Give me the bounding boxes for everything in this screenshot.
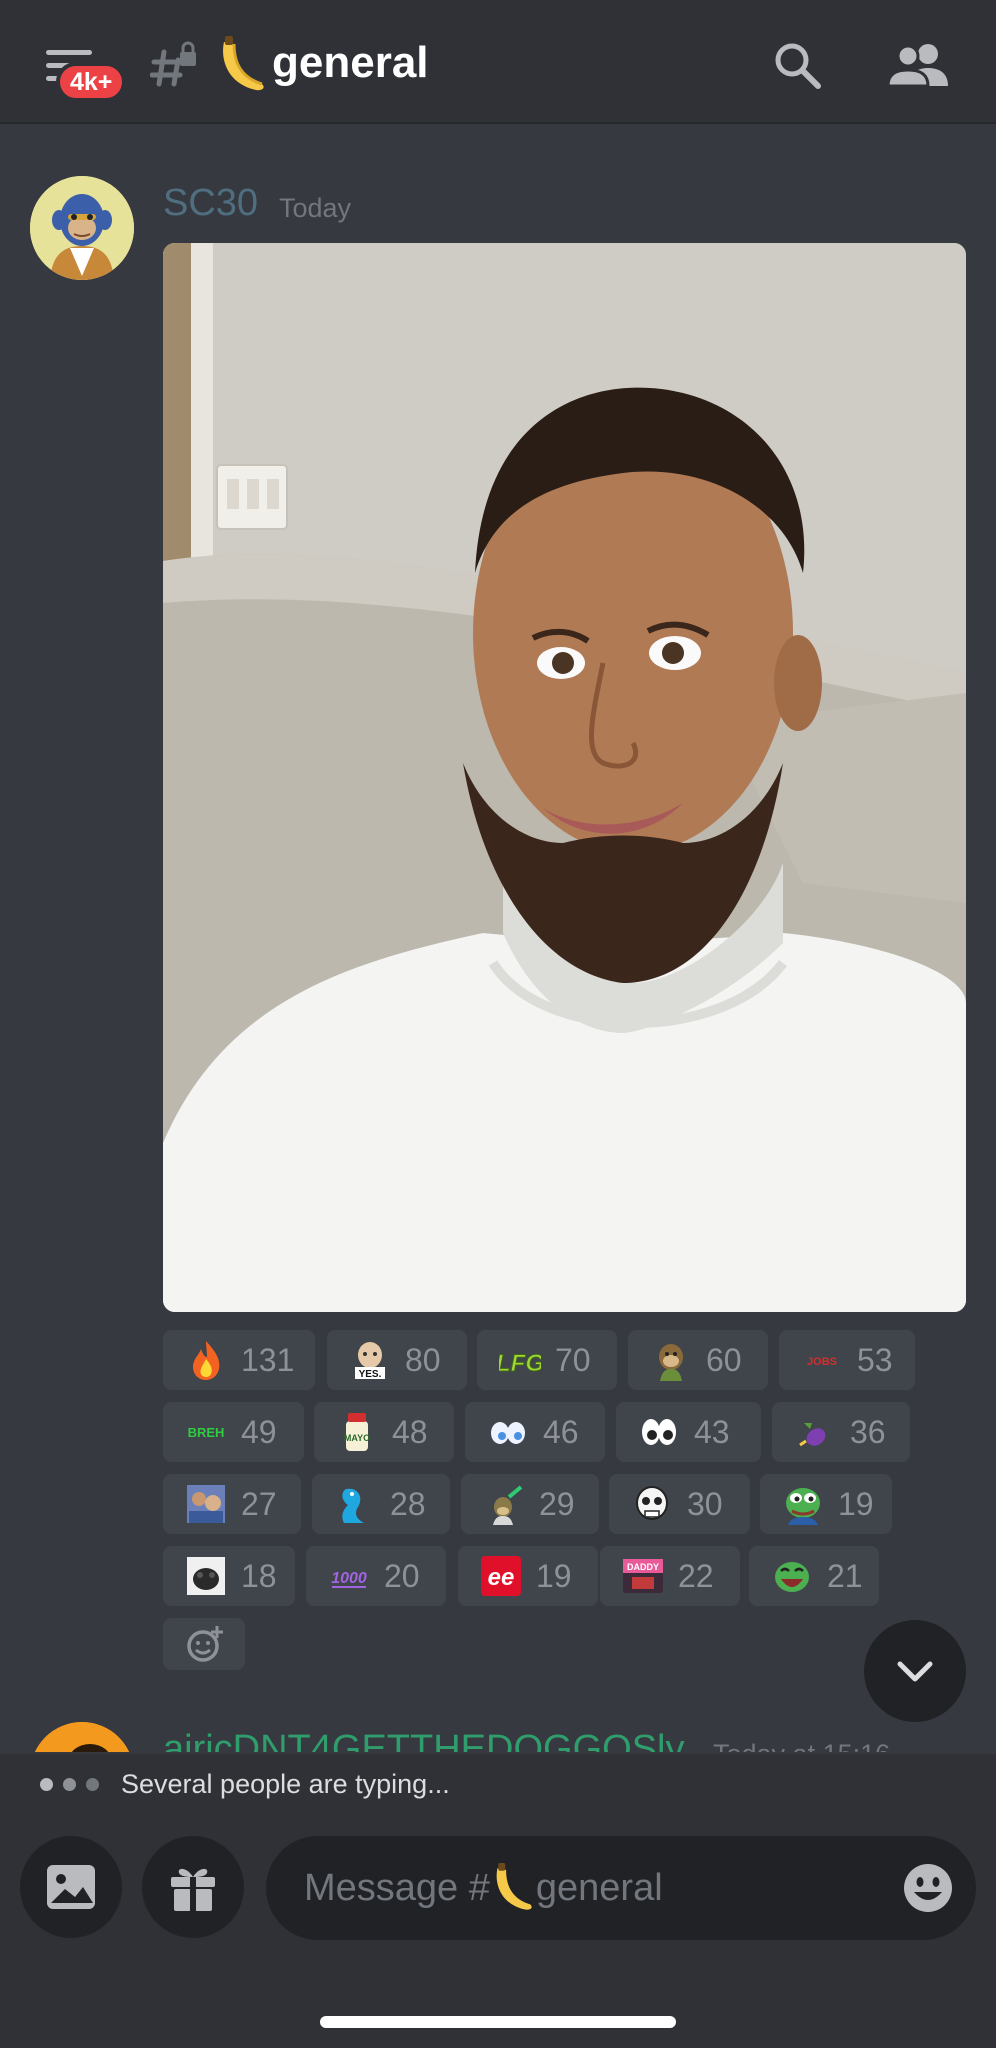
reaction-ee[interactable]: ee 19 — [458, 1546, 598, 1606]
pug-emoji — [185, 1555, 227, 1597]
svg-text:DADDY: DADDY — [627, 1562, 659, 1572]
eyes-emoji — [638, 1411, 680, 1453]
reaction-skull-ape[interactable]: 30 — [609, 1474, 750, 1534]
reaction-daddy[interactable]: DADDY 22 — [600, 1546, 740, 1606]
ape-emoji — [650, 1339, 692, 1381]
message-author[interactable]: SC30 — [163, 182, 258, 225]
gift-icon — [171, 1868, 215, 1911]
reaction-count: 131 — [241, 1341, 295, 1378]
1000-emoji: 1000 — [328, 1555, 370, 1597]
unread-badge: 4k+ — [56, 62, 127, 102]
reaction-count: 80 — [405, 1341, 441, 1378]
reaction-count: 70 — [555, 1341, 591, 1378]
pepe-laugh-emoji — [771, 1555, 813, 1597]
reaction-count: 43 — [694, 1413, 730, 1450]
reaction-count: 20 — [384, 1557, 420, 1594]
banana-emoji — [223, 36, 264, 91]
scroll-to-bottom-button[interactable] — [864, 1620, 966, 1722]
banana-emoji — [496, 1863, 532, 1910]
reaction-count: 28 — [390, 1485, 426, 1522]
reaction-photo[interactable]: 27 — [163, 1474, 301, 1534]
reaction-pepe-laugh[interactable]: 21 — [749, 1546, 879, 1606]
reaction-count: 21 — [827, 1557, 863, 1594]
reaction-fire[interactable]: 131 — [163, 1330, 315, 1390]
emoji-picker-icon[interactable] — [902, 1862, 954, 1914]
attach-image-button[interactable] — [20, 1836, 122, 1938]
chevron-down-icon — [897, 1661, 933, 1682]
reaction-count: 36 — [850, 1413, 886, 1450]
gift-button[interactable] — [142, 1836, 244, 1938]
skull-ape-emoji — [631, 1483, 673, 1525]
reaction-pug[interactable]: 18 — [163, 1546, 295, 1606]
reaction-count: 22 — [678, 1557, 714, 1594]
message-placeholder: Message # general — [304, 1863, 663, 1913]
reaction-count: 60 — [706, 1341, 742, 1378]
reaction-jobs[interactable]: JOBS 53 — [779, 1330, 915, 1390]
reaction-count: 49 — [241, 1413, 277, 1450]
hash-lock-icon — [150, 41, 196, 87]
svg-text:MAYO: MAYO — [344, 1433, 370, 1443]
eggplant-emoji — [794, 1411, 836, 1453]
reaction-eyes-blue[interactable]: 46 — [465, 1402, 605, 1462]
lfg-emoji: LFG — [499, 1339, 541, 1381]
reaction-dolphin[interactable]: 28 — [312, 1474, 450, 1534]
breh-emoji: BREH — [185, 1411, 227, 1453]
svg-text:1000: 1000 — [331, 1570, 367, 1587]
reaction-count: 18 — [241, 1557, 277, 1594]
reaction-yes[interactable]: YES. 80 — [327, 1330, 467, 1390]
channel-header: 4k+ general — [0, 0, 996, 124]
reaction-ape[interactable]: 60 — [628, 1330, 768, 1390]
message-timestamp: Today — [279, 193, 352, 223]
search-icon[interactable] — [772, 40, 822, 90]
reaction-mayo[interactable]: MAYO 48 — [314, 1402, 454, 1462]
reaction-eyes[interactable]: 43 — [616, 1402, 761, 1462]
daddy-emoji: DADDY — [622, 1555, 664, 1597]
message-photo[interactable] — [163, 243, 966, 1312]
jobs-emoji: JOBS — [801, 1339, 843, 1381]
reaction-eggplant[interactable]: 36 — [772, 1402, 910, 1462]
reaction-count: 29 — [539, 1485, 575, 1522]
svg-text:YES.: YES. — [359, 1369, 382, 1380]
typing-indicator: Several people are typing... — [0, 1754, 996, 1814]
home-indicator — [320, 2016, 676, 2028]
reaction-count: 30 — [687, 1485, 723, 1522]
reaction-count: 19 — [536, 1557, 572, 1594]
author-avatar[interactable] — [30, 176, 134, 280]
photo-emoji — [185, 1483, 227, 1525]
typing-text: Several people are typing... — [121, 1768, 450, 1799]
fire-emoji — [185, 1339, 227, 1381]
add-emoji-icon — [187, 1626, 223, 1662]
reaction-count: 27 — [241, 1485, 277, 1522]
reaction-count: 19 — [838, 1485, 874, 1522]
reaction-breh[interactable]: BREH 49 — [163, 1402, 304, 1462]
svg-text:ee: ee — [488, 1564, 515, 1591]
placeholder-prefix: Message # — [304, 1866, 490, 1909]
reaction-count: 48 — [392, 1413, 428, 1450]
svg-text:BREH: BREH — [188, 1425, 225, 1440]
ee-emoji: ee — [480, 1555, 522, 1597]
typing-dots-icon — [40, 1777, 99, 1791]
message-input[interactable]: Message # general — [266, 1836, 976, 1940]
pepe-emoji — [782, 1483, 824, 1525]
image-icon — [47, 1865, 95, 1909]
reaction-1000[interactable]: 1000 20 — [306, 1546, 446, 1606]
channel-name: general — [272, 38, 429, 87]
svg-text:JOBS: JOBS — [807, 1356, 837, 1368]
placeholder-channel: general — [535, 1866, 663, 1909]
reaction-count: 46 — [543, 1413, 579, 1450]
members-icon[interactable] — [888, 42, 950, 88]
yes-sticker-emoji: YES. — [349, 1339, 391, 1381]
svg-text:LFG: LFG — [499, 1350, 541, 1377]
reaction-pepe[interactable]: 19 — [760, 1474, 892, 1534]
mayo-emoji: MAYO — [336, 1411, 378, 1453]
reaction-lfg[interactable]: LFG 70 — [477, 1330, 617, 1390]
dolphin-emoji — [334, 1483, 376, 1525]
reaction-count: 53 — [857, 1341, 893, 1378]
message-composer: Message # general — [0, 1814, 996, 2048]
eyes-blue-emoji — [487, 1411, 529, 1453]
reaction-ape-chef[interactable]: 29 — [461, 1474, 599, 1534]
add-reaction-button[interactable] — [163, 1618, 245, 1670]
ape-chef-emoji — [483, 1483, 525, 1525]
